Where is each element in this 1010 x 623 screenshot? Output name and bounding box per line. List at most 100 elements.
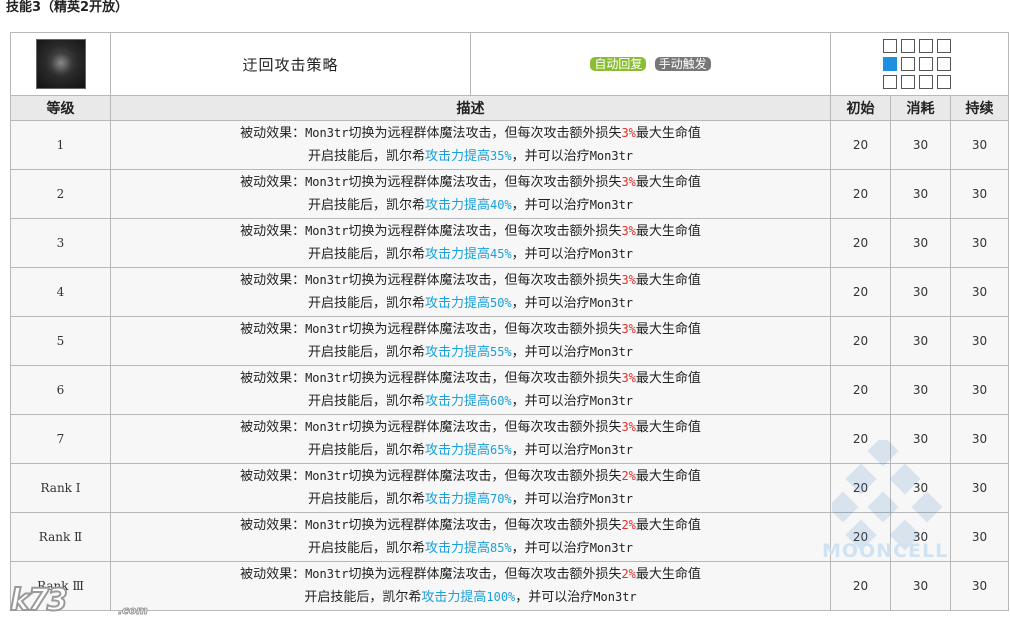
description-cell: 被动效果：Mon3tr切换为远程群体魔法攻击，但每次攻击额外损失2%最大生命值开… [110, 512, 831, 562]
table-row: Rank Ⅲ 被动效果：Mon3tr切换为远程群体魔法攻击，但每次攻击额外损失2%… [10, 561, 1009, 611]
hp-loss-suffix: 最大生命值 [635, 518, 701, 533]
description-line-1: 被动效果：Mon3tr切换为远程群体魔法攻击，但每次攻击额外损失3%最大生命值 [111, 416, 830, 439]
heal-text: ，并可以治疗 [511, 541, 590, 556]
summon-name: Mon3tr [305, 469, 349, 483]
hp-loss-suffix: 最大生命值 [635, 175, 701, 190]
initial-sp-cell: 20 [830, 512, 891, 562]
heal-text: ，并可以治疗 [511, 443, 590, 458]
atk-up-label: 攻击力提高 [424, 394, 490, 409]
cost-sp-cell: 30 [890, 512, 951, 562]
initial-sp-cell: 20 [830, 316, 891, 366]
description-line-2: 开启技能后，凯尔希攻击力提高70%，并可以治疗Mon3tr [111, 488, 830, 511]
cost-sp-cell: 30 [890, 316, 951, 366]
summon-name: Mon3tr [589, 443, 634, 457]
active-label: 开启技能后，凯尔希 [307, 345, 425, 360]
duration-cell: 30 [950, 316, 1009, 366]
atk-up-value: 100% [486, 590, 516, 604]
atk-up-value: 70% [489, 492, 512, 506]
passive-text: 切换为远程群体魔法攻击，但每次攻击额外损失 [348, 126, 622, 141]
hp-loss-value: 2% [621, 567, 636, 581]
passive-text: 切换为远程群体魔法攻击，但每次攻击额外损失 [348, 273, 622, 288]
duration-cell: 30 [950, 169, 1009, 219]
hp-loss-suffix: 最大生命值 [635, 371, 701, 386]
description-line-1: 被动效果：Mon3tr切换为远程群体魔法攻击，但每次攻击额外损失2%最大生命值 [111, 514, 830, 537]
summon-name: Mon3tr [589, 247, 634, 261]
description-cell: 被动效果：Mon3tr切换为远程群体魔法攻击，但每次攻击额外损失3%最大生命值开… [110, 365, 831, 415]
description-line-1: 被动效果：Mon3tr切换为远程群体魔法攻击，但每次攻击额外损失3%最大生命值 [111, 367, 830, 390]
description-cell: 被动效果：Mon3tr切换为远程群体魔法攻击，但每次攻击额外损失3%最大生命值开… [110, 169, 831, 219]
level-cell: 2 [10, 169, 111, 219]
table-row: 3 被动效果：Mon3tr切换为远程群体魔法攻击，但每次攻击额外损失3%最大生命值… [10, 218, 1009, 268]
skill-name: 迂回攻击策略 [242, 55, 339, 74]
atk-up-label: 攻击力提高 [421, 590, 487, 605]
cost-sp-cell: 30 [890, 218, 951, 268]
heal-text: ，并可以治疗 [511, 345, 590, 360]
duration-cell: 30 [950, 365, 1009, 415]
passive-text: 切换为远程群体魔法攻击，但每次攻击额外损失 [348, 175, 622, 190]
hp-loss-suffix: 最大生命值 [635, 420, 701, 435]
description-line-1: 被动效果：Mon3tr切换为远程群体魔法攻击，但每次攻击额外损失3%最大生命值 [111, 269, 830, 292]
active-label: 开启技能后，凯尔希 [307, 198, 425, 213]
summon-name: Mon3tr [305, 371, 349, 385]
atk-up-value: 60% [489, 394, 512, 408]
atk-up-value: 45% [489, 247, 512, 261]
active-label: 开启技能后，凯尔希 [307, 443, 425, 458]
summon-name: Mon3tr [589, 345, 634, 359]
duration-cell: 30 [950, 267, 1009, 317]
section-title: 技能3（精英2开放） [6, 0, 129, 15]
atk-up-label: 攻击力提高 [424, 345, 490, 360]
duration-cell: 30 [950, 120, 1009, 170]
hp-loss-value: 2% [621, 469, 636, 483]
summon-name: Mon3tr [305, 322, 349, 336]
cost-sp-cell: 30 [890, 267, 951, 317]
summon-name: Mon3tr [593, 590, 637, 604]
heal-text: ，并可以治疗 [511, 296, 590, 311]
skill-header-row: 迂回攻击策略 自动回复 手动触发 [10, 32, 1009, 96]
summon-name: Mon3tr [589, 296, 634, 310]
description-line-2: 开启技能后，凯尔希攻击力提高100%，并可以治疗Mon3tr [111, 586, 830, 609]
summon-name: Mon3tr [589, 492, 634, 506]
table-row: 1 被动效果：Mon3tr切换为远程群体魔法攻击，但每次攻击额外损失3%最大生命值… [10, 120, 1009, 170]
hp-loss-suffix: 最大生命值 [635, 126, 701, 141]
hp-loss-value: 3% [621, 224, 636, 238]
active-label: 开启技能后，凯尔希 [307, 541, 425, 556]
col-initial: 初始 [830, 95, 891, 121]
hp-loss-suffix: 最大生命值 [635, 224, 701, 239]
duration-cell: 30 [950, 218, 1009, 268]
level-cell: 5 [10, 316, 111, 366]
active-label: 开启技能后，凯尔希 [307, 149, 425, 164]
atk-up-value: 55% [489, 345, 512, 359]
passive-text: 切换为远程群体魔法攻击，但每次攻击额外损失 [348, 518, 622, 533]
description-line-1: 被动效果：Mon3tr切换为远程群体魔法攻击，但每次攻击额外损失3%最大生命值 [111, 171, 830, 194]
hp-loss-value: 2% [621, 518, 636, 532]
summon-name: Mon3tr [305, 518, 349, 532]
level-cell: 6 [10, 365, 111, 415]
initial-sp-cell: 20 [830, 218, 891, 268]
passive-label: 被动效果： [240, 518, 306, 533]
cost-sp-cell: 30 [890, 169, 951, 219]
cost-sp-cell: 30 [890, 120, 951, 170]
cost-sp-cell: 30 [890, 414, 951, 464]
heal-text: ，并可以治疗 [511, 198, 590, 213]
cost-sp-cell: 30 [890, 463, 951, 513]
atk-up-value: 50% [489, 296, 512, 310]
passive-text: 切换为远程群体魔法攻击，但每次攻击额外损失 [348, 322, 622, 337]
atk-up-value: 65% [489, 443, 512, 457]
description-line-2: 开启技能后，凯尔希攻击力提高50%，并可以治疗Mon3tr [111, 292, 830, 315]
cost-sp-cell: 30 [890, 561, 951, 611]
summon-name: Mon3tr [305, 567, 349, 581]
passive-label: 被动效果： [240, 273, 306, 288]
col-description: 描述 [110, 95, 831, 121]
heal-text: ，并可以治疗 [511, 149, 590, 164]
passive-label: 被动效果： [240, 126, 306, 141]
initial-sp-cell: 20 [830, 120, 891, 170]
level-cell: 7 [10, 414, 111, 464]
skill-table: 迂回攻击策略 自动回复 手动触发 等级 描述 初始 消耗 持续 1 被动效果：Mo… [10, 32, 1009, 611]
hp-loss-value: 3% [621, 126, 636, 140]
description-line-2: 开启技能后，凯尔希攻击力提高40%，并可以治疗Mon3tr [111, 194, 830, 217]
description-line-2: 开启技能后，凯尔希攻击力提高35%，并可以治疗Mon3tr [111, 145, 830, 168]
hp-loss-value: 3% [621, 371, 636, 385]
hp-loss-suffix: 最大生命值 [635, 322, 701, 337]
col-cost: 消耗 [890, 95, 951, 121]
description-line-1: 被动效果：Mon3tr切换为远程群体魔法攻击，但每次攻击额外损失3%最大生命值 [111, 122, 830, 145]
